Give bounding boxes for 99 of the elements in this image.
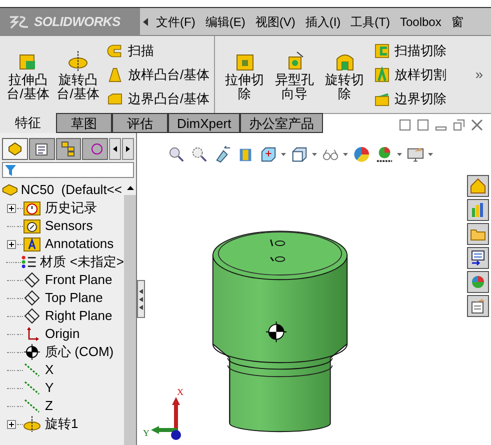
ribbon-button[interactable]: 拉伸切除 xyxy=(220,48,269,100)
gauge-folder-icon xyxy=(23,218,41,234)
clock-folder-icon xyxy=(23,200,41,216)
more-button[interactable]: » xyxy=(475,64,483,85)
folder-icon[interactable] xyxy=(467,223,489,245)
caret-icon[interactable] xyxy=(342,152,348,156)
tree-item[interactable]: Z xyxy=(45,396,53,416)
tab[interactable]: 草图 xyxy=(56,113,112,133)
scroll-right-button[interactable] xyxy=(122,138,134,160)
revolve-icon xyxy=(66,48,90,72)
tree-item[interactable]: NC50 (Default<< xyxy=(20,181,122,200)
menu-item[interactable]: Toolbox xyxy=(394,12,446,30)
tree-item[interactable]: Top Plane xyxy=(45,288,103,308)
arrow-up-icon[interactable] xyxy=(126,186,134,190)
tree-item[interactable]: 质心 (COM) xyxy=(45,342,114,362)
arrow-right-icon xyxy=(126,146,130,152)
tab[interactable]: 评估 xyxy=(112,113,168,133)
ribbon-button[interactable]: 边界切除 xyxy=(372,88,447,110)
plane-icon xyxy=(23,290,41,306)
scene-icon[interactable] xyxy=(376,145,394,163)
panel-tab[interactable] xyxy=(56,138,82,160)
monitor-icon[interactable] xyxy=(406,145,424,163)
ribbon-button[interactable]: 扫描 xyxy=(106,40,210,62)
tab[interactable]: 特征 xyxy=(0,113,56,133)
tree-item[interactable]: Sensors xyxy=(45,216,93,236)
axis-icon xyxy=(23,362,41,378)
part-icon xyxy=(6,141,23,157)
tree-item[interactable]: Right Plane xyxy=(45,306,112,326)
zoom-area-icon[interactable] xyxy=(190,145,208,163)
material-list-icon xyxy=(20,254,36,270)
menu-item[interactable]: 文件(F) xyxy=(151,12,200,30)
tab[interactable]: DimXpert xyxy=(168,113,240,133)
notepad-icon[interactable] xyxy=(467,295,489,317)
expand-icon[interactable] xyxy=(6,240,16,248)
ribbon-button[interactable]: 异型孔向导 xyxy=(270,48,319,100)
tile-left-icon[interactable] xyxy=(399,119,411,131)
chart-icon[interactable] xyxy=(467,199,489,221)
appearance-icon[interactable] xyxy=(352,145,370,163)
previous-view-icon[interactable] xyxy=(214,145,232,163)
ribbon-button[interactable]: 放样凸台/基体 xyxy=(106,64,210,86)
tree-item[interactable]: Annotations xyxy=(45,234,114,254)
ribbon-button[interactable]: 边界凸台/基体 xyxy=(106,88,210,110)
view-orientation-icon[interactable] xyxy=(260,145,278,163)
annotation-folder-icon xyxy=(23,236,41,252)
logo-icon xyxy=(8,14,30,30)
collapse-handle[interactable] xyxy=(137,280,145,318)
axis-icon xyxy=(23,398,41,414)
restore-icon[interactable] xyxy=(453,119,465,131)
plane-icon xyxy=(23,308,41,324)
display-style-icon[interactable] xyxy=(290,145,308,163)
expand-icon[interactable] xyxy=(6,204,16,212)
axis-label: X xyxy=(177,388,184,397)
panel-tab[interactable] xyxy=(28,138,55,160)
ribbon-button[interactable]: 放样切割 xyxy=(372,64,447,86)
caret-icon[interactable] xyxy=(428,152,432,156)
tile-right-icon[interactable] xyxy=(417,119,429,131)
app-logo-text: SOLIDWORKS xyxy=(34,12,120,31)
loft-icon xyxy=(106,66,124,84)
property-sheet-icon xyxy=(34,141,50,157)
home-icon[interactable] xyxy=(467,175,489,197)
scroll-left-button[interactable] xyxy=(109,138,122,160)
tree-item[interactable]: Origin xyxy=(45,324,80,344)
scroll-left-icon[interactable] xyxy=(143,18,148,26)
close-icon[interactable] xyxy=(471,119,483,131)
menu-item[interactable]: 编辑(E) xyxy=(200,12,250,30)
revolve-icon xyxy=(23,416,41,432)
tree-item[interactable]: 材质 <未指定> xyxy=(40,252,124,272)
filter-field[interactable] xyxy=(2,162,134,178)
axis-label: Y xyxy=(143,429,150,438)
tree-item[interactable]: X xyxy=(45,360,54,380)
tree-item[interactable]: Y xyxy=(45,378,54,398)
center-of-mass-icon xyxy=(23,344,41,360)
caret-icon[interactable] xyxy=(312,152,316,156)
ribbon-button[interactable]: 扫描切除 xyxy=(372,40,447,62)
plane-icon xyxy=(23,272,41,288)
filter-icon xyxy=(5,164,16,176)
panel-tab[interactable] xyxy=(2,138,28,160)
zoom-fit-icon[interactable] xyxy=(168,145,186,163)
sweep-cut-icon xyxy=(372,42,391,60)
tab[interactable]: 办公室产品 xyxy=(240,113,324,133)
caret-icon[interactable] xyxy=(280,152,286,156)
configuration-icon xyxy=(60,141,76,157)
part-icon xyxy=(2,182,18,198)
menu-item[interactable]: 工具(T) xyxy=(346,12,395,30)
ribbon-button[interactable]: 拉伸凸台/基体 xyxy=(4,48,52,100)
loft-cut-icon xyxy=(372,66,391,84)
menu-item[interactable]: 视图(V) xyxy=(250,12,300,30)
arrow-left-icon xyxy=(113,146,118,152)
caret-icon[interactable] xyxy=(396,152,402,156)
ribbon-button[interactable]: 旋转凸台/基体 xyxy=(54,48,102,100)
ribbon-button[interactable]: 旋转切除 xyxy=(320,48,369,100)
axis-icon xyxy=(23,380,41,396)
scrollbar[interactable] xyxy=(124,181,136,445)
menu-item[interactable]: 窗 xyxy=(446,12,468,30)
menu-item[interactable]: 插入(I) xyxy=(300,12,346,30)
tree-item[interactable]: 旋转1 xyxy=(45,414,78,434)
expand-icon[interactable] xyxy=(6,420,16,428)
tree-item[interactable]: 历史记录 xyxy=(45,198,97,218)
tree-item[interactable]: Front Plane xyxy=(45,270,112,290)
